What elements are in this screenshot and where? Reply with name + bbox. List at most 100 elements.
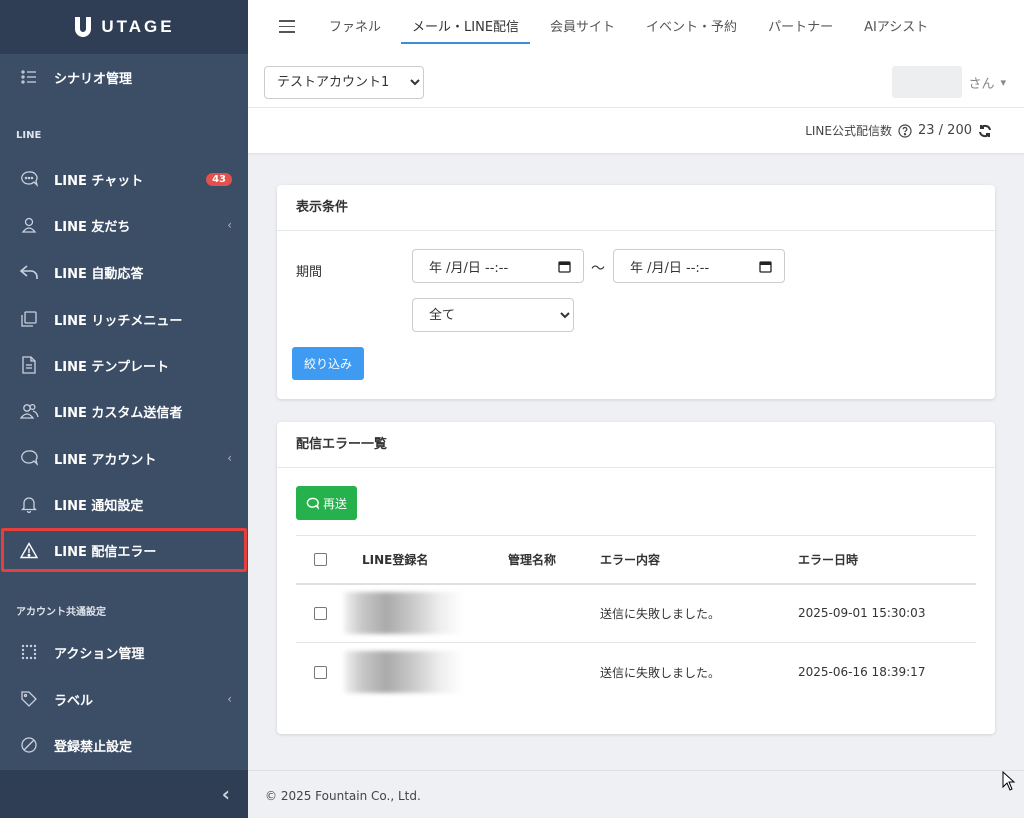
user-menu[interactable]: さん ▾ (892, 66, 1006, 98)
help-circle-icon[interactable] (898, 123, 912, 138)
sidebar-item-label: LINE アカウント (54, 452, 157, 468)
sidebar-item-line-notify[interactable]: LINE 通知設定 (0, 481, 248, 527)
counter-value: 23 / 200 (918, 123, 972, 138)
sidebar-item-scenario[interactable]: シナリオ管理 (0, 54, 248, 100)
hamburger-menu-icon[interactable] (279, 20, 295, 37)
topbar: ファネル メール・LINE配信 会員サイト イベント・予約 パートナー AIアシ… (248, 0, 1024, 108)
column-header-admin-name[interactable]: 管理名称 (490, 535, 582, 585)
tab-event-booking[interactable]: イベント・予約 (635, 0, 748, 50)
sidebar-item-label: LINE リッチメニュー (54, 313, 183, 329)
error-cell: 送信に失敗しました。 (582, 583, 798, 643)
sidebar-item-label: シナリオ管理 (54, 71, 133, 87)
sidebar-item-line-account[interactable]: LINE アカウント ‹ (0, 435, 248, 481)
sidebar-item-line-delivery-error[interactable]: LINE 配信エラー (0, 527, 248, 573)
date-range-separator: ～ (591, 261, 605, 277)
error-table: LINE登録名 管理名称 エラー内容 エラー日時 送信に失敗しました。 2025… (296, 535, 976, 702)
account-select[interactable]: テストアカウント1 (264, 66, 424, 99)
sidebar-item-line-friends[interactable]: LINE 友だち ‹ (0, 202, 248, 248)
datetime-cell: 2025-06-16 18:39:17 (798, 665, 926, 680)
filter-card-title: 表示条件 (277, 185, 995, 231)
table-row: 送信に失敗しました。 2025-09-01 15:30:03 (296, 583, 976, 643)
chat-icon (18, 168, 40, 190)
sidebar-item-line-template[interactable]: LINE テンプレート (0, 342, 248, 388)
sidebar: UTAGE シナリオ管理 LINE LINE チャット 43 LINE 友だち … (0, 0, 248, 818)
chat-bubble-icon (306, 497, 319, 510)
admin-name-cell (490, 583, 582, 643)
section-label-common: アカウント共通設定 (16, 607, 106, 618)
type-select[interactable]: 全て (412, 298, 574, 332)
sidebar-item-label: アクション管理 (54, 646, 145, 662)
sidebar-item-label[interactable]: ラベル ‹ (0, 676, 248, 722)
grid-icon (18, 641, 40, 663)
date-from-input[interactable]: 年 /月/日 --:-- (412, 249, 584, 283)
ban-icon (18, 734, 40, 756)
filter-submit-button[interactable]: 絞り込み (292, 347, 365, 380)
sidebar-item-line-rich-menu[interactable]: LINE リッチメニュー (0, 296, 248, 342)
line-name-redacted (344, 592, 464, 635)
tab-partner[interactable]: パートナー (757, 0, 844, 50)
sidebar-item-action[interactable]: アクション管理 (0, 629, 248, 675)
brand-name: UTAGE (101, 17, 175, 36)
list-icon (18, 66, 40, 88)
row-checkbox[interactable] (314, 666, 327, 680)
tag-icon (18, 688, 40, 710)
sidebar-item-label: LINE 配信エラー (54, 544, 157, 560)
chevron-left-icon: ‹ (227, 451, 232, 465)
counter-label: LINE公式配信数 (805, 124, 892, 138)
main-tabs: ファネル メール・LINE配信 会員サイト イベント・予約 パートナー AIアシ… (318, 0, 948, 50)
collapse-sidebar-icon[interactable]: ‹ (222, 782, 230, 806)
column-header-line-name[interactable]: LINE登録名 (344, 535, 490, 585)
sidebar-item-label-text: ラベル (54, 693, 94, 709)
calendar-icon[interactable] (558, 260, 571, 273)
resend-button[interactable]: 再送 (296, 486, 358, 520)
copyright-text: © 2025 Fountain Co., Ltd. (265, 789, 421, 803)
sidebar-item-label: 登録禁止設定 (54, 739, 133, 755)
date-from-placeholder: 年 /月/日 --:-- (429, 260, 509, 276)
section-label-line: LINE (16, 130, 42, 141)
sidebar-item-block[interactable]: 登録禁止設定 (0, 722, 248, 768)
error-list-card: 配信エラー一覧 再送 LINE登録名 管理名称 エラー内容 エラー日時 送信に失… (277, 422, 995, 734)
user-icon (18, 214, 40, 236)
select-all-checkbox[interactable] (314, 553, 327, 567)
line-send-counter: LINE公式配信数 23 / 200 (805, 122, 992, 139)
sidebar-footer: ‹ (0, 770, 248, 818)
tab-member-site[interactable]: 会員サイト (539, 0, 626, 50)
sidebar-item-label: LINE カスタム送信者 (54, 405, 183, 421)
tab-ai-assist[interactable]: AIアシスト (853, 0, 939, 50)
column-header-error[interactable]: エラー内容 (582, 535, 798, 585)
unread-count-badge: 43 (206, 172, 232, 186)
warning-icon (18, 539, 40, 561)
table-row: 送信に失敗しました。 2025-06-16 18:39:17 (296, 643, 976, 702)
period-label: 期間 (296, 265, 323, 280)
date-to-input[interactable]: 年 /月/日 --:-- (613, 249, 785, 283)
document-icon (18, 354, 40, 376)
date-to-placeholder: 年 /月/日 --:-- (630, 260, 710, 276)
tab-funnel[interactable]: ファネル (318, 0, 392, 50)
tab-mail-line[interactable]: メール・LINE配信 (401, 0, 531, 50)
chat-bubble-icon (18, 447, 40, 469)
calendar-icon[interactable] (759, 260, 772, 273)
user-name-redacted (892, 66, 963, 98)
sidebar-item-label: LINE 通知設定 (54, 498, 144, 514)
copy-icon (18, 308, 40, 330)
mouse-cursor-icon (1002, 771, 1016, 791)
table-header-row: LINE登録名 管理名称 エラー内容 エラー日時 (296, 535, 976, 585)
sidebar-item-line-custom-sender[interactable]: LINE カスタム送信者 (0, 388, 248, 434)
refresh-icon[interactable] (978, 124, 992, 138)
sidebar-item-line-chat[interactable]: LINE チャット 43 (0, 156, 248, 202)
caret-down-icon: ▾ (1000, 75, 1006, 89)
resend-label: 再送 (323, 496, 348, 511)
bell-icon (18, 493, 40, 515)
sidebar-item-line-auto-reply[interactable]: LINE 自動応答 (0, 249, 248, 295)
filter-card: 表示条件 期間 年 /月/日 --:-- ～ 年 /月/日 --:-- 全て 絞… (277, 185, 995, 399)
users-icon (18, 400, 40, 422)
brand[interactable]: UTAGE (0, 0, 248, 54)
column-header-datetime[interactable]: エラー日時 (798, 535, 976, 585)
page-footer: © 2025 Fountain Co., Ltd. (248, 770, 1024, 818)
subbar: LINE公式配信数 23 / 200 (248, 108, 1024, 154)
utage-logo-icon (75, 17, 92, 37)
chevron-left-icon: ‹ (227, 692, 232, 706)
row-checkbox[interactable] (314, 607, 327, 621)
reply-icon (18, 261, 40, 283)
error-list-title: 配信エラー一覧 (277, 422, 995, 468)
